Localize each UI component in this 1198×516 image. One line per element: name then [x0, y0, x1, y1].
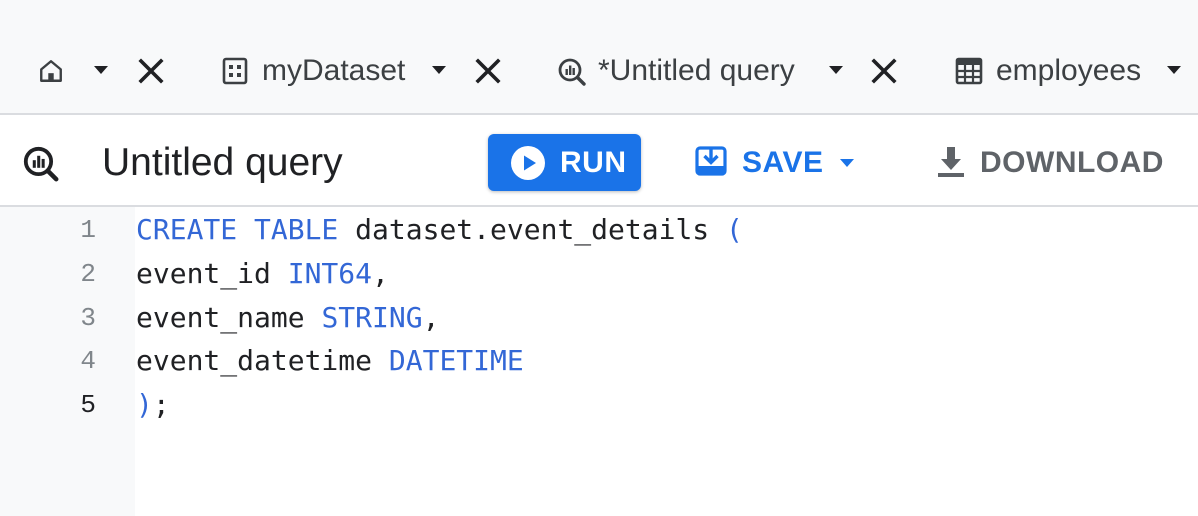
- home-icon: [40, 60, 62, 82]
- tab-label: *Untitled query: [598, 54, 795, 87]
- query-icon: [23, 146, 59, 182]
- code-token: dataset.event_details: [338, 213, 727, 246]
- chevron-down-icon[interactable]: [1165, 63, 1183, 77]
- tab-label: myDataset: [262, 54, 406, 87]
- code-keyword: CREATE TABLE: [136, 213, 339, 246]
- tab-bar: myDataset *Untitled query employees: [0, 0, 1198, 115]
- close-icon[interactable]: [870, 57, 898, 85]
- code-token: ): [136, 388, 153, 421]
- code-token: (: [726, 213, 743, 246]
- download-label: DOWNLOAD: [980, 146, 1164, 179]
- code-keyword: DATETIME: [388, 344, 524, 377]
- query-editor[interactable]: 1 2 3 4 5 CREATE TABLE dataset.event_details…: [0, 207, 1198, 516]
- run-label: RUN: [560, 146, 627, 179]
- download-button[interactable]: DOWNLOAD: [930, 134, 1165, 191]
- page-title: Untitled query: [102, 141, 343, 184]
- code-keyword: INT64: [287, 257, 373, 290]
- table-icon: [955, 57, 983, 85]
- query-icon: [558, 58, 586, 86]
- code-line[interactable]: event_datetime DATETIME: [136, 344, 524, 378]
- chevron-down-icon[interactable]: [827, 63, 845, 77]
- close-icon[interactable]: [137, 57, 165, 85]
- code-token: ;: [152, 388, 170, 421]
- query-header: Untitled query RUN SAVE DOWNLOAD: [0, 115, 1198, 207]
- play-circle-icon: [511, 146, 545, 180]
- code-keyword: STRING: [321, 301, 423, 334]
- code-token: ,: [422, 301, 440, 334]
- tab-label: employees: [996, 54, 1142, 87]
- code-token: event_datetime: [136, 344, 389, 377]
- code-token: event_name: [136, 301, 322, 334]
- line-number: 1: [80, 215, 96, 245]
- chevron-down-icon[interactable]: [430, 63, 448, 77]
- save-label: SAVE: [742, 146, 824, 179]
- close-icon[interactable]: [474, 57, 502, 85]
- chevron-down-icon[interactable]: [838, 156, 856, 170]
- run-button[interactable]: RUN: [488, 134, 641, 191]
- line-number: 5: [80, 390, 96, 420]
- download-icon: [938, 147, 964, 177]
- line-number: 2: [80, 259, 96, 289]
- code-line[interactable]: );: [136, 388, 170, 422]
- dataset-icon: [222, 57, 248, 85]
- save-icon: [695, 146, 727, 176]
- line-number: 4: [80, 346, 96, 376]
- code-line[interactable]: event_name STRING,: [136, 301, 439, 335]
- code-token: ,: [372, 257, 389, 290]
- line-number-gutter: 1 2 3 4 5: [0, 207, 135, 516]
- chevron-down-icon[interactable]: [92, 63, 110, 77]
- save-button[interactable]: SAVE: [690, 134, 870, 191]
- line-number: 3: [80, 303, 96, 333]
- code-line[interactable]: event_id INT64,: [136, 257, 389, 291]
- code-line[interactable]: CREATE TABLE dataset.event_details (: [136, 213, 743, 247]
- code-token: event_id: [136, 257, 288, 290]
